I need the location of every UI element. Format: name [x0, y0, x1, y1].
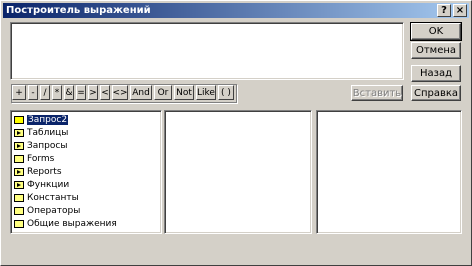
folder-icon: [14, 155, 24, 163]
tree-item-label: Константы: [27, 193, 79, 203]
operator-button[interactable]: =: [76, 85, 86, 100]
folder-icon: [14, 207, 24, 215]
tree-item-label: Таблицы: [27, 128, 69, 138]
paste-button[interactable]: Вставить: [351, 85, 403, 101]
tree-item[interactable]: Таблицы: [14, 127, 68, 139]
operator-button[interactable]: /: [40, 85, 50, 100]
operator-button[interactable]: *: [52, 85, 62, 100]
folder-plus-icon: [14, 129, 24, 137]
operator-button[interactable]: And: [130, 85, 152, 100]
operator-button[interactable]: >: [88, 85, 98, 100]
folder-open-icon: [14, 116, 24, 124]
tree-item-label: Reports: [27, 167, 62, 177]
categories-list[interactable]: [164, 110, 312, 234]
folder-plus-icon: [14, 142, 24, 150]
operator-button[interactable]: -: [28, 85, 38, 100]
folder-plus-icon: [14, 168, 24, 176]
tree-item-label: Операторы: [27, 206, 81, 216]
tree-item-label: Forms: [27, 154, 55, 164]
folder-icon: [14, 194, 24, 202]
tree-item[interactable]: Forms: [14, 153, 54, 165]
elements-list[interactable]: [316, 110, 462, 234]
window-title: Построитель выражений: [6, 5, 151, 16]
folders-tree[interactable]: Запрос2 Таблицы Запросы Forms Reports Функции…: [10, 110, 162, 234]
cancel-button[interactable]: Отмена: [411, 42, 461, 59]
tree-item[interactable]: Запрос2: [14, 114, 69, 126]
tree-item-label: Общие выражения: [27, 219, 117, 229]
back-button[interactable]: Назад: [411, 65, 461, 82]
tree-item[interactable]: Константы: [14, 192, 79, 204]
tree-item[interactable]: Функции: [14, 179, 69, 191]
ok-button[interactable]: OK: [410, 22, 462, 41]
tree-item[interactable]: Общие выражения: [14, 218, 117, 230]
tree-item[interactable]: Reports: [14, 166, 62, 178]
operator-button[interactable]: ( ): [218, 85, 234, 100]
operator-button[interactable]: Like: [196, 85, 216, 100]
close-button[interactable]: ×: [453, 4, 467, 17]
tree-item-label: Запрос2: [27, 115, 69, 125]
folder-icon: [14, 220, 24, 228]
operator-button[interactable]: &: [64, 85, 74, 100]
tree-item[interactable]: Запросы: [14, 140, 67, 152]
tree-item-label: Запросы: [27, 141, 68, 151]
operator-button[interactable]: +: [12, 85, 26, 100]
help-title-button[interactable]: ?: [437, 4, 451, 17]
operator-button[interactable]: Not: [174, 85, 194, 100]
expression-builder-window: Построитель выражений ? × OK Отмена Наза…: [0, 0, 472, 266]
operator-button[interactable]: <: [100, 85, 110, 100]
tree-item-label: Функции: [27, 180, 70, 190]
operator-button[interactable]: <>: [112, 85, 128, 100]
operator-buttons: + - / * & = > < <> And Or Not Like( ): [11, 84, 237, 103]
expression-textbox[interactable]: [10, 22, 404, 80]
title-bar[interactable]: Построитель выражений ? ×: [3, 3, 469, 18]
operator-button[interactable]: Or: [154, 85, 172, 100]
folder-plus-icon: [14, 181, 24, 189]
help-button[interactable]: Справка: [411, 85, 461, 101]
tree-item[interactable]: Операторы: [14, 205, 80, 217]
